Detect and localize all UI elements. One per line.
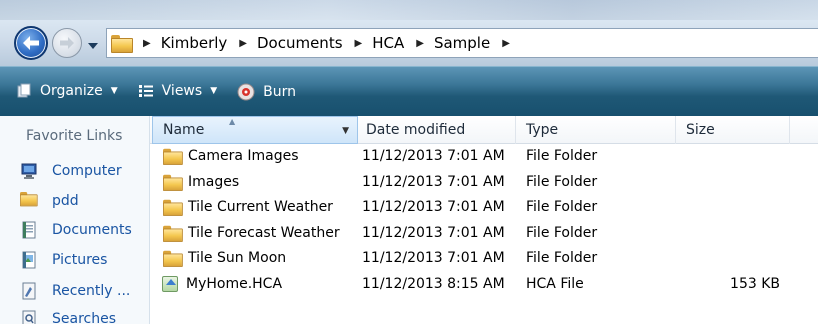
file-date: 11/12/2013 7:01 AM: [362, 173, 505, 190]
table-row[interactable]: Tile Sun Moon 11/12/2013 7:01 AM File Fo…: [150, 246, 818, 272]
folder-icon: [163, 148, 183, 165]
column-header-date-modified[interactable]: Date modified: [356, 116, 516, 144]
file-name-cell: Camera Images: [162, 148, 299, 165]
favorite-link-label: Computer: [52, 163, 122, 179]
column-header-label: Name: [163, 122, 205, 138]
file-date: 11/12/2013 7:01 AM: [362, 148, 505, 164]
table-row[interactable]: Camera Images 11/12/2013 7:01 AM File Fo…: [150, 144, 818, 170]
file-type: HCA File: [526, 275, 584, 292]
breadcrumb-separator-icon[interactable]: ▶: [355, 38, 363, 49]
favorite-link-documents[interactable]: Documents: [20, 219, 132, 241]
breadcrumb-separator-icon[interactable]: ▶: [502, 38, 510, 49]
column-header-row: ▲ Name ▼ Date modified Type Size: [150, 116, 818, 144]
chevron-down-icon: ▼: [210, 86, 218, 96]
file-name-cell: Tile Forecast Weather: [162, 224, 340, 242]
file-type: File Folder: [526, 250, 598, 267]
breadcrumb-hca[interactable]: HCA: [372, 34, 404, 52]
recent-icon: [22, 282, 36, 300]
folder-icon: [163, 174, 183, 191]
file-name-cell: Tile Sun Moon: [162, 250, 287, 268]
hca-file-icon: [162, 275, 178, 292]
address-box[interactable]: ▶ Kimberly ▶ Documents ▶ HCA ▶ Sample ▶: [106, 28, 818, 58]
burn-disc-icon: [237, 83, 255, 101]
table-row[interactable]: MyHome.HCA 11/12/2013 8:15 AM HCA File 1…: [150, 272, 818, 298]
breadcrumb-separator-icon[interactable]: ▶: [239, 38, 247, 49]
column-header-label: Size: [686, 122, 715, 138]
column-header-size[interactable]: Size: [676, 116, 790, 144]
favorite-link-label: Searches: [52, 311, 117, 324]
file-size: 153 KB: [730, 275, 780, 292]
searches-icon: [22, 310, 36, 324]
favorite-link-computer[interactable]: Computer: [20, 160, 122, 182]
file-name: Tile Sun Moon: [188, 250, 287, 267]
file-name-cell: Images: [162, 173, 240, 191]
table-row[interactable]: Tile Current Weather 11/12/2013 7:01 AM …: [150, 195, 818, 221]
column-header-type[interactable]: Type: [516, 116, 676, 144]
file-name: Tile Current Weather: [188, 199, 333, 216]
command-bar: Organize ▼ Views ▼ Burn: [0, 66, 818, 116]
chevron-down-icon[interactable]: ▼: [342, 126, 349, 136]
breadcrumb-separator-icon[interactable]: ▶: [416, 38, 424, 49]
file-name-cell: MyHome.HCA: [162, 275, 283, 292]
favorite-link-label: Pictures: [52, 252, 108, 268]
folder-icon: [163, 199, 183, 217]
favorite-link-label: pdd: [52, 193, 79, 209]
breadcrumb-kimberly[interactable]: Kimberly: [161, 34, 228, 52]
chevron-down-icon: [88, 43, 98, 49]
computer-icon: [21, 163, 37, 179]
favorite-link-recently-changed[interactable]: Recently ...: [20, 280, 130, 302]
views-label: Views: [161, 83, 203, 99]
favorite-link-pdd[interactable]: pdd: [20, 190, 79, 212]
column-header-label: Date modified: [366, 122, 466, 138]
views-button[interactable]: Views ▼: [138, 83, 217, 99]
favorite-link-label: Documents: [52, 222, 132, 238]
file-date: 11/12/2013 7:01 AM: [362, 224, 505, 241]
breadcrumb-separator-icon[interactable]: ▶: [143, 38, 151, 49]
pictures-icon: [22, 251, 36, 269]
column-header-name[interactable]: ▲ Name ▼: [152, 116, 358, 144]
folder-icon: [111, 35, 133, 53]
column-header-label: Type: [526, 122, 559, 138]
folder-icon: [20, 192, 38, 210]
table-row[interactable]: Images 11/12/2013 7:01 AM File Folder: [150, 170, 818, 196]
file-name: MyHome.HCA: [186, 275, 283, 292]
documents-icon: [22, 221, 36, 239]
file-name: Camera Images: [188, 148, 299, 164]
file-type: File Folder: [526, 173, 598, 190]
forward-arrow-icon: [60, 37, 74, 49]
favorite-link-pictures[interactable]: Pictures: [20, 249, 107, 271]
organize-label: Organize: [40, 83, 103, 99]
favorite-link-searches[interactable]: Searches: [20, 308, 116, 324]
organize-icon: [17, 83, 31, 98]
sort-ascending-icon: ▲: [229, 117, 236, 126]
back-arrow-icon: [23, 36, 39, 50]
chevron-down-icon: ▼: [110, 86, 118, 96]
address-bar-region: ▶ Kimberly ▶ Documents ▶ HCA ▶ Sample ▶: [0, 0, 818, 66]
file-type: File Folder: [526, 148, 598, 164]
burn-label: Burn: [263, 84, 296, 100]
folder-icon: [163, 251, 183, 268]
burn-button[interactable]: Burn: [237, 83, 296, 101]
history-dropdown-button[interactable]: [88, 38, 98, 54]
file-list: Camera Images 11/12/2013 7:01 AM File Fo…: [150, 144, 818, 298]
organize-button[interactable]: Organize ▼: [16, 83, 118, 99]
file-name-cell: Tile Current Weather: [162, 199, 333, 217]
navigation-pane: Favorite Links Computer pdd Documents Pi…: [0, 116, 150, 324]
breadcrumb-sample[interactable]: Sample: [434, 34, 490, 52]
views-icon: [138, 85, 153, 97]
file-date: 11/12/2013 8:15 AM: [362, 275, 505, 292]
back-button[interactable]: [14, 26, 48, 60]
file-name: Images: [188, 173, 240, 190]
forward-button[interactable]: [52, 28, 82, 58]
table-row[interactable]: Tile Forecast Weather 11/12/2013 7:01 AM…: [150, 221, 818, 247]
folder-icon: [163, 225, 183, 242]
breadcrumb-documents[interactable]: Documents: [257, 34, 343, 52]
favorite-link-label: Recently ...: [52, 283, 131, 299]
file-name: Tile Forecast Weather: [188, 224, 340, 241]
file-type: File Folder: [526, 199, 598, 216]
file-type: File Folder: [526, 224, 598, 241]
file-date: 11/12/2013 7:01 AM: [362, 250, 505, 267]
favorite-links-title: Favorite Links: [26, 128, 123, 144]
file-date: 11/12/2013 7:01 AM: [362, 199, 505, 216]
